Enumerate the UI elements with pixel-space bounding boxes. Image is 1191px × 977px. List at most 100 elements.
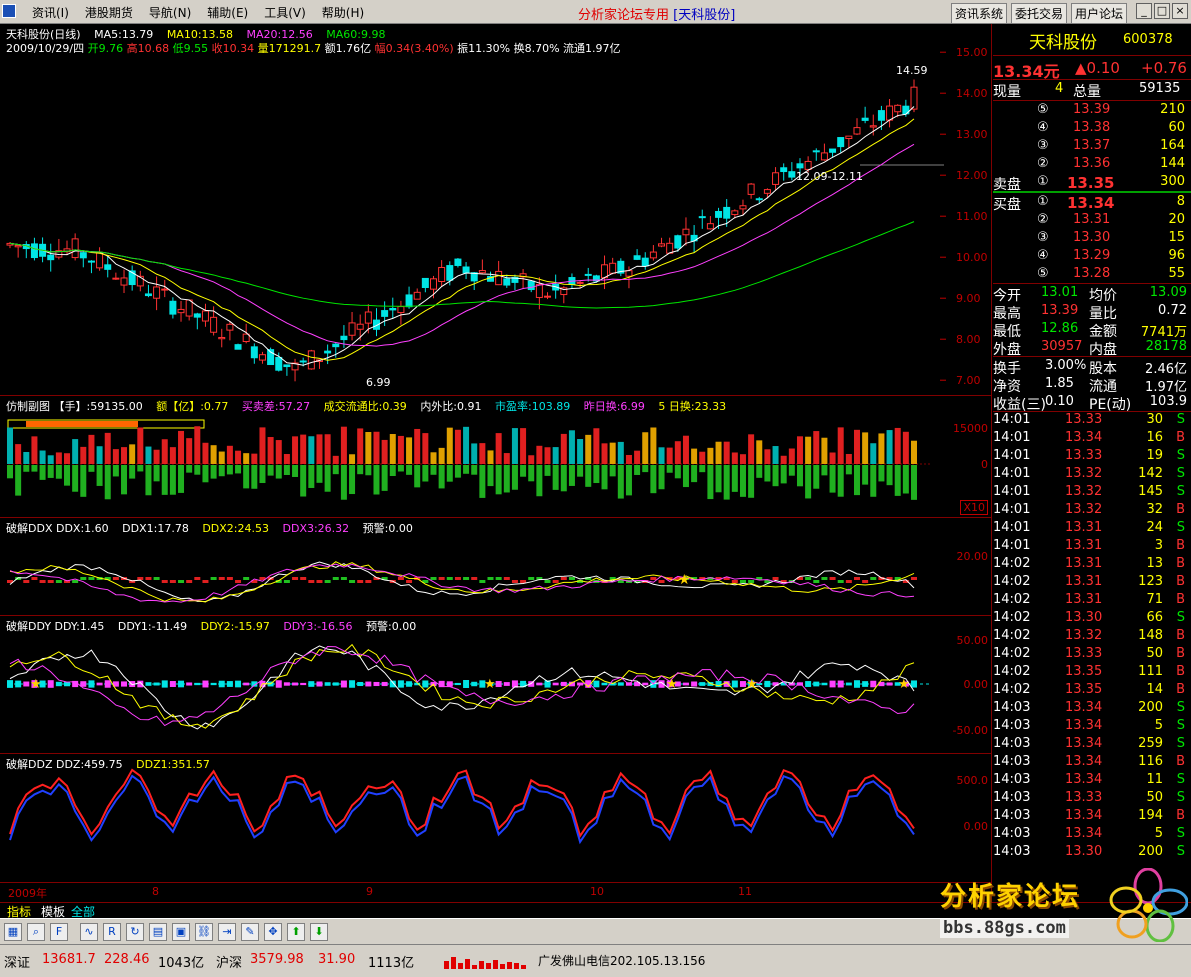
volume-bar [699,451,706,464]
volume-bar-neg [511,465,518,490]
sell-level: ② [1037,156,1049,171]
volume-panel[interactable]: 仿制副图 【手】:59135.00 额【亿】:0.77 买卖差:57.27 成交… [0,396,992,518]
ddx-panel[interactable]: 破解DDX DDX:1.60 DDX1:17.78 DDX2:24.53 DDX… [0,518,992,616]
maximize-button[interactable]: □ [1154,3,1170,19]
quote-change-pct: +0.76 [1141,59,1187,77]
volume-bar-neg [682,465,689,488]
app-icon[interactable] [2,4,16,18]
volume-bar [438,447,445,464]
ddy-y-bottom: -50.00 [952,724,988,737]
ddz-panel[interactable]: 破解DDZ DDZ:459.75 DDZ1:351.57 500.0 0.00 [0,754,992,882]
volume-bar [715,441,722,464]
pen-icon[interactable]: ✎ [241,923,259,941]
line-chart-icon[interactable]: ∿ [80,923,98,941]
watermark-title: 分析家论坛 [940,882,1081,912]
volume-bar-neg [104,465,111,500]
volume-bar-neg [96,465,103,486]
refresh-icon[interactable]: ↻ [126,923,144,941]
tick-volume: 5 [1154,826,1163,841]
tick-row: 14:01 13.33 30 S [993,412,1191,430]
window-controls: _ □ × [1136,3,1188,19]
candle-body [706,223,714,230]
vol-scale[interactable]: X10 [960,500,988,515]
ddy-bar [642,682,649,686]
close-button[interactable]: × [1172,3,1188,19]
volume-bar-neg [88,465,95,472]
candle-body [788,171,796,178]
table-icon[interactable]: ▤ [149,923,167,941]
volume-bar [389,434,396,464]
minimize-button[interactable]: _ [1136,3,1152,19]
search-icon[interactable]: ⌕ [27,923,45,941]
volume-bar [642,432,649,464]
info-system-button[interactable]: 资讯系统 [951,3,1008,24]
ddx-bar [805,577,812,580]
volume-bar [495,433,502,464]
ddy-bar [911,680,917,688]
tick-price: 13.31 [1065,556,1103,571]
ddy-chart[interactable]: ★ ★ ★ ★ ★ [0,616,992,754]
candle-body [641,257,649,267]
volume-bar [31,436,38,464]
sell-volume: 144 [1160,156,1185,171]
tick-price: 13.33 [1065,646,1103,661]
forum-button[interactable]: 用户论坛 [1071,3,1128,24]
ddx-chart[interactable]: ★ [0,518,992,616]
candle-body [910,86,918,110]
menu-assist[interactable]: 辅助(E) [199,4,256,21]
kline-chart[interactable]: 15.00 14.00 13.00 12.00 11.00 10.00 9.00 8.00 7.… [0,24,992,396]
volume-bar-neg [332,465,339,475]
indicator-icon[interactable]: R [103,923,121,941]
tick-list[interactable]: 14:01 13.33 30 S 14:01 13.34 16 B 14:01 13.33 19 S 1… [993,412,1191,862]
volume-bar-neg [218,465,225,477]
tick-row: 14:02 13.32 148 B [993,628,1191,646]
volume-bar-neg [862,465,869,485]
tick-volume: 50 [1146,646,1163,661]
sell-label: 卖盘 [993,177,1021,193]
arrow-down-icon[interactable]: ⬇ [310,923,328,941]
candle-body [364,311,372,324]
sell-level-row: ③ 13.37 164 [993,137,1191,155]
f10-icon[interactable]: F [50,923,68,941]
window-icon[interactable]: ▣ [172,923,190,941]
volume-chart[interactable] [0,396,992,518]
ddx-bar [658,580,665,583]
ddy-panel[interactable]: 破解DDY DDY:1.45 DDY1:-11.49 DDY2:-15.97 D… [0,616,992,754]
tick-side: B [1176,808,1185,823]
candle-body [674,235,682,249]
volume-bar-neg [438,465,445,489]
menu-info[interactable]: 资讯(I) [24,4,77,21]
menu-tools[interactable]: 工具(V) [256,4,314,21]
tick-time: 14:02 [993,682,1031,697]
star-icon: ★ [666,677,678,692]
tick-price: 13.33 [1065,790,1103,805]
chart-area[interactable]: 天科股份(日线) MA5:13.79 MA10:13.58 MA20:12.56… [0,24,992,902]
volume-bar [552,447,559,464]
ddz-chart[interactable] [0,754,992,882]
tick-row: 14:02 13.31 13 B [993,556,1191,574]
arrow-up-icon[interactable]: ⬆ [287,923,305,941]
cursor-icon[interactable]: ✥ [264,923,282,941]
menu-navigation[interactable]: 导航(N) [141,4,199,21]
trade-button[interactable]: 委托交易 [1011,3,1068,24]
menu-help[interactable]: 帮助(H) [314,4,372,21]
chart-type-icon[interactable]: ▦ [4,923,22,941]
candle-body [739,205,747,210]
link-icon[interactable]: ⛓ [195,923,213,941]
volume-bar [39,450,46,464]
volume-bar-neg [23,465,30,472]
kline-panel[interactable]: 天科股份(日线) MA5:13.79 MA10:13.58 MA20:12.56… [0,24,992,396]
volume-bar [503,453,510,464]
menu-hk-futures[interactable]: 港股期货 [77,4,141,21]
volume-bar-neg [169,465,176,495]
volume-bar [454,429,461,464]
volume-bar [821,437,828,464]
ddy-bar [349,680,356,688]
ddx-bar [837,580,844,583]
star-icon: ★ [898,677,910,692]
sz-label: 深证 [4,956,31,971]
volume-bar [422,433,429,464]
export-icon[interactable]: ⇥ [218,923,236,941]
volume-bar-neg [609,465,616,477]
candle-body [584,273,592,276]
